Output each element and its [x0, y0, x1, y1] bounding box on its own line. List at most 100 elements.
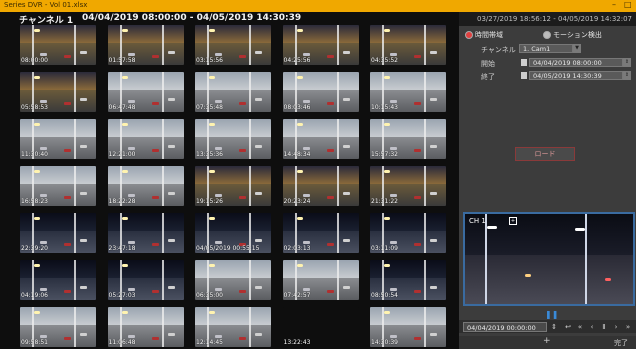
thumbnail-timestamp: 11:30:40 [21, 151, 48, 158]
streetlight-lamp [121, 29, 128, 32]
thumbnail-timestamp: 16:58:23 [21, 198, 48, 205]
streetlight-lamp [34, 76, 40, 79]
car [80, 239, 87, 242]
mode-time-radio[interactable]: 時間帯域 [465, 30, 503, 40]
streetlight-pole [74, 166, 76, 206]
thumbnail-timestamp: 14:30:39 [371, 339, 398, 346]
streetlight-lamp [384, 29, 390, 32]
car [80, 286, 87, 289]
zoom-icon[interactable]: + [509, 217, 517, 225]
streetlight-lamp [121, 311, 128, 314]
restore-button[interactable]: □ [624, 0, 632, 9]
spinner-icon[interactable]: ⇕ [549, 322, 559, 332]
car [167, 239, 175, 242]
car [239, 102, 246, 105]
step-forward-icon[interactable]: › [611, 322, 621, 332]
car [167, 98, 175, 101]
car [255, 51, 262, 54]
car [239, 337, 246, 340]
car [127, 194, 135, 197]
streetlight-lamp [34, 217, 40, 220]
streetlight-lamp [296, 76, 303, 79]
thumbnail-timestamp: 02:03:13 [283, 245, 311, 252]
streetlight-lamp [209, 170, 215, 173]
thumbnail-timestamp: 03:15:56 [196, 57, 223, 64]
streetlight-pole [249, 25, 251, 65]
calendar-icon[interactable] [521, 59, 527, 66]
start-datetime-input[interactable]: 04/04/2019 08:00:00 [529, 58, 623, 67]
car [414, 243, 421, 246]
car [302, 241, 310, 244]
pause-icon[interactable]: ❚❚ [545, 310, 558, 319]
thumbnail-timestamp: 13:22:43 [283, 339, 311, 346]
add-icon[interactable]: + [543, 336, 551, 346]
car [127, 335, 135, 338]
start-field-label: 開始 [481, 60, 495, 68]
channel-select[interactable]: 1. Cam1 [519, 44, 573, 53]
thumbnail-timestamp: 08:50:54 [371, 292, 398, 299]
car [151, 149, 159, 152]
car [167, 145, 175, 148]
thumbnail-timestamp: 18:22:28 [108, 198, 136, 205]
car [127, 53, 135, 56]
pause-button-icon[interactable]: Ⅱ [599, 322, 609, 332]
car [302, 53, 310, 56]
thumbnail-timestamp: 12:21:00 [108, 151, 136, 158]
car [390, 147, 397, 150]
fast-forward-icon[interactable]: » [623, 322, 633, 332]
thumbnail-sky [282, 307, 359, 325]
streetlight-pole [336, 25, 339, 65]
playback-datetime-input[interactable]: 04/04/2019 00:00:00 [463, 322, 547, 332]
streetlight-lamp [296, 264, 303, 267]
car [390, 100, 397, 103]
streetlight-pole [249, 307, 251, 347]
thumbnail-timestamp: 06:35:00 [196, 292, 223, 299]
car [40, 100, 47, 103]
streetlight-lamp [575, 228, 585, 231]
car [64, 337, 71, 340]
calendar-icon[interactable] [521, 72, 527, 79]
car [414, 196, 421, 199]
step-back-icon[interactable]: ‹ [587, 322, 597, 332]
car [302, 147, 310, 150]
car [167, 286, 175, 289]
car [342, 98, 350, 101]
spinner-icon[interactable]: ⇕ [623, 58, 631, 67]
thumbnail-timestamp: 05:27:03 [108, 292, 136, 299]
rewind-icon[interactable]: « [575, 322, 585, 332]
window-titlebar: Series DVR - Vol 01.xlsx – □ [0, 0, 636, 12]
car [302, 194, 310, 197]
car [239, 196, 246, 199]
radio-selected-icon [465, 31, 473, 39]
mode-motion-radio[interactable]: モーション検出 [543, 30, 602, 40]
streetlight-pole [74, 260, 76, 300]
car [342, 145, 350, 148]
car [390, 241, 397, 244]
end-datetime-input[interactable]: 04/05/2019 14:30:39 [529, 71, 623, 80]
car [342, 192, 350, 195]
streetlight-pole [424, 166, 426, 206]
car [40, 288, 47, 291]
car [302, 288, 310, 291]
spinner-icon[interactable]: ⇕ [623, 71, 631, 80]
streetlight-lamp [384, 123, 390, 126]
car [390, 53, 397, 56]
end-field-label: 終了 [481, 73, 495, 81]
chevron-down-icon[interactable]: ▼ [573, 44, 581, 53]
video-player[interactable]: CH 1 + [463, 212, 635, 306]
thumbnail-timestamp: 10:15:43 [371, 104, 398, 111]
car [414, 149, 421, 152]
thumbnail-panel: チャンネル 1 04/04/2019 08:00:00 - 04/05/2019… [0, 12, 459, 349]
streetlight-pole [336, 260, 339, 300]
video-frame-sky [465, 214, 633, 255]
car [239, 290, 246, 293]
streetlight-lamp [209, 29, 215, 32]
done-button[interactable]: 完了 [614, 338, 628, 348]
jump-back-icon[interactable]: ↩ [563, 322, 573, 332]
streetlight-lamp [121, 123, 128, 126]
car [326, 290, 334, 293]
car [64, 290, 71, 293]
minimize-button[interactable]: – [612, 0, 616, 9]
load-button[interactable]: ロード [515, 147, 575, 161]
streetlight-pole [161, 25, 164, 65]
